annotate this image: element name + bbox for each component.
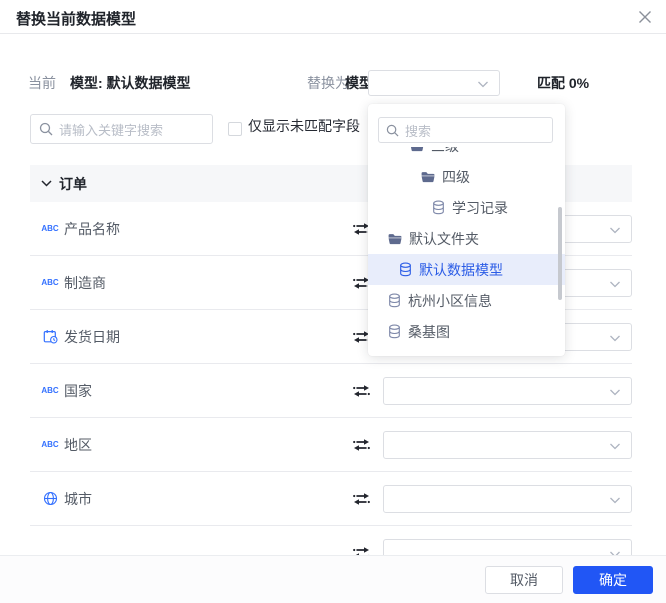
chevron-down-icon: [609, 491, 621, 507]
chevron-down-icon: [609, 545, 621, 555]
model-tree-item-label: 杭州小区信息: [408, 291, 492, 311]
target-field-select[interactable]: [383, 431, 632, 459]
model-tree-item-label: 学习记录: [452, 198, 508, 218]
match-percent: 匹配 0%: [537, 75, 589, 92]
model-tree-item[interactable]: 杭州小区信息: [368, 285, 565, 316]
text-type-icon: ABC: [40, 386, 60, 395]
dialog-header: 替换当前数据模型: [0, 0, 666, 34]
field-label: 国家: [64, 381, 92, 401]
globe-icon: [40, 491, 60, 506]
unmatched-only-checkbox[interactable]: [228, 122, 242, 136]
dialog-footer: 取消 确定: [0, 555, 666, 603]
model-tree-item[interactable]: 默认文件夹: [368, 223, 565, 254]
keyword-search-input[interactable]: 请输入关键字搜索: [30, 114, 213, 144]
field-label: 发货日期: [64, 327, 120, 347]
replace-with-label: 替换为: [307, 75, 349, 92]
field-row: [30, 526, 632, 555]
search-icon: [39, 122, 53, 136]
folder-icon: [421, 171, 435, 183]
replace-data-model-dialog: 替换当前数据模型 当前 模型: 默认数据模型 替换为 模型: 匹配 0% 请输入…: [0, 0, 666, 603]
chevron-down-icon: [609, 437, 621, 453]
chevron-down-icon: [609, 383, 621, 399]
folder-icon: [410, 147, 424, 152]
chevron-down-icon: [609, 221, 621, 237]
field-row: ABC 地区: [30, 418, 632, 472]
field-label: 地区: [64, 435, 92, 455]
model-icon: [432, 200, 445, 215]
field-row: ABC 国家: [30, 364, 632, 418]
text-type-icon: ABC: [40, 278, 60, 287]
text-type-icon: ABC: [40, 440, 60, 449]
model-search-input[interactable]: 搜索: [378, 117, 553, 143]
model-tree-item-label: 默认数据模型: [419, 260, 503, 280]
text-type-icon: ABC: [41, 386, 58, 395]
model-icon: [399, 262, 412, 277]
model-tree-item-label: 四级: [442, 167, 470, 187]
calendar-clock-icon: [40, 329, 60, 344]
model-icon: [388, 293, 401, 308]
model-tree-list: 三级 四级 学习记录 默认文件夹 默认数据模型 杭州小区信息: [368, 147, 565, 349]
dialog-title: 替换当前数据模型: [16, 8, 136, 29]
field-label: 产品名称: [64, 219, 120, 239]
confirm-button[interactable]: 确定: [573, 566, 653, 594]
text-type-icon: ABC: [41, 278, 58, 287]
model-tree-item-label: 默认文件夹: [409, 229, 479, 249]
chevron-down-icon: [609, 329, 621, 345]
target-field-select[interactable]: [383, 485, 632, 513]
target-field-select[interactable]: [383, 539, 632, 555]
current-model-text: 模型: 默认数据模型: [70, 75, 191, 92]
chevron-down-icon: [609, 275, 621, 291]
scrollbar-thumb[interactable]: [558, 207, 562, 300]
swap-arrows-icon: [353, 492, 370, 506]
model-search-placeholder: 搜索: [405, 121, 431, 140]
model-tree-item-label: 桑基图: [408, 322, 450, 342]
field-label: 制造商: [64, 273, 106, 293]
model-tree-item-label: 三级: [431, 147, 459, 156]
chevron-down-icon: [41, 180, 52, 187]
field-label: 城市: [64, 489, 92, 509]
model-tree-item[interactable]: 三级: [368, 147, 565, 161]
text-type-icon: ABC: [41, 440, 58, 449]
cancel-button[interactable]: 取消: [485, 566, 563, 594]
text-type-icon: ABC: [41, 224, 58, 233]
group-title: 订单: [59, 174, 87, 194]
folder-icon: [388, 233, 402, 245]
model-tree-item[interactable]: 桑基图: [368, 316, 565, 347]
model-icon: [388, 324, 401, 339]
swap-arrows-icon: [353, 546, 370, 555]
close-icon[interactable]: [637, 9, 653, 25]
search-icon: [386, 124, 399, 137]
unmatched-only-label: 仅显示未匹配字段: [248, 116, 360, 136]
model-tree-item[interactable]: 默认数据模型: [368, 254, 565, 285]
field-row: 城市: [30, 472, 632, 526]
target-field-select[interactable]: [383, 377, 632, 405]
replace-model-select[interactable]: [368, 70, 500, 96]
text-type-icon: ABC: [40, 224, 60, 233]
model-picker-panel: 搜索 三级 四级 学习记录 默认文件夹 默认数据模型: [368, 104, 565, 356]
current-label: 当前: [28, 75, 56, 92]
model-tree-item[interactable]: 学习记录: [368, 192, 565, 223]
model-tree-item[interactable]: 四级: [368, 161, 565, 192]
swap-arrows-icon: [353, 384, 370, 398]
swap-arrows-icon: [353, 438, 370, 452]
search-placeholder: 请输入关键字搜索: [59, 120, 163, 139]
chevron-down-icon: [477, 75, 489, 91]
